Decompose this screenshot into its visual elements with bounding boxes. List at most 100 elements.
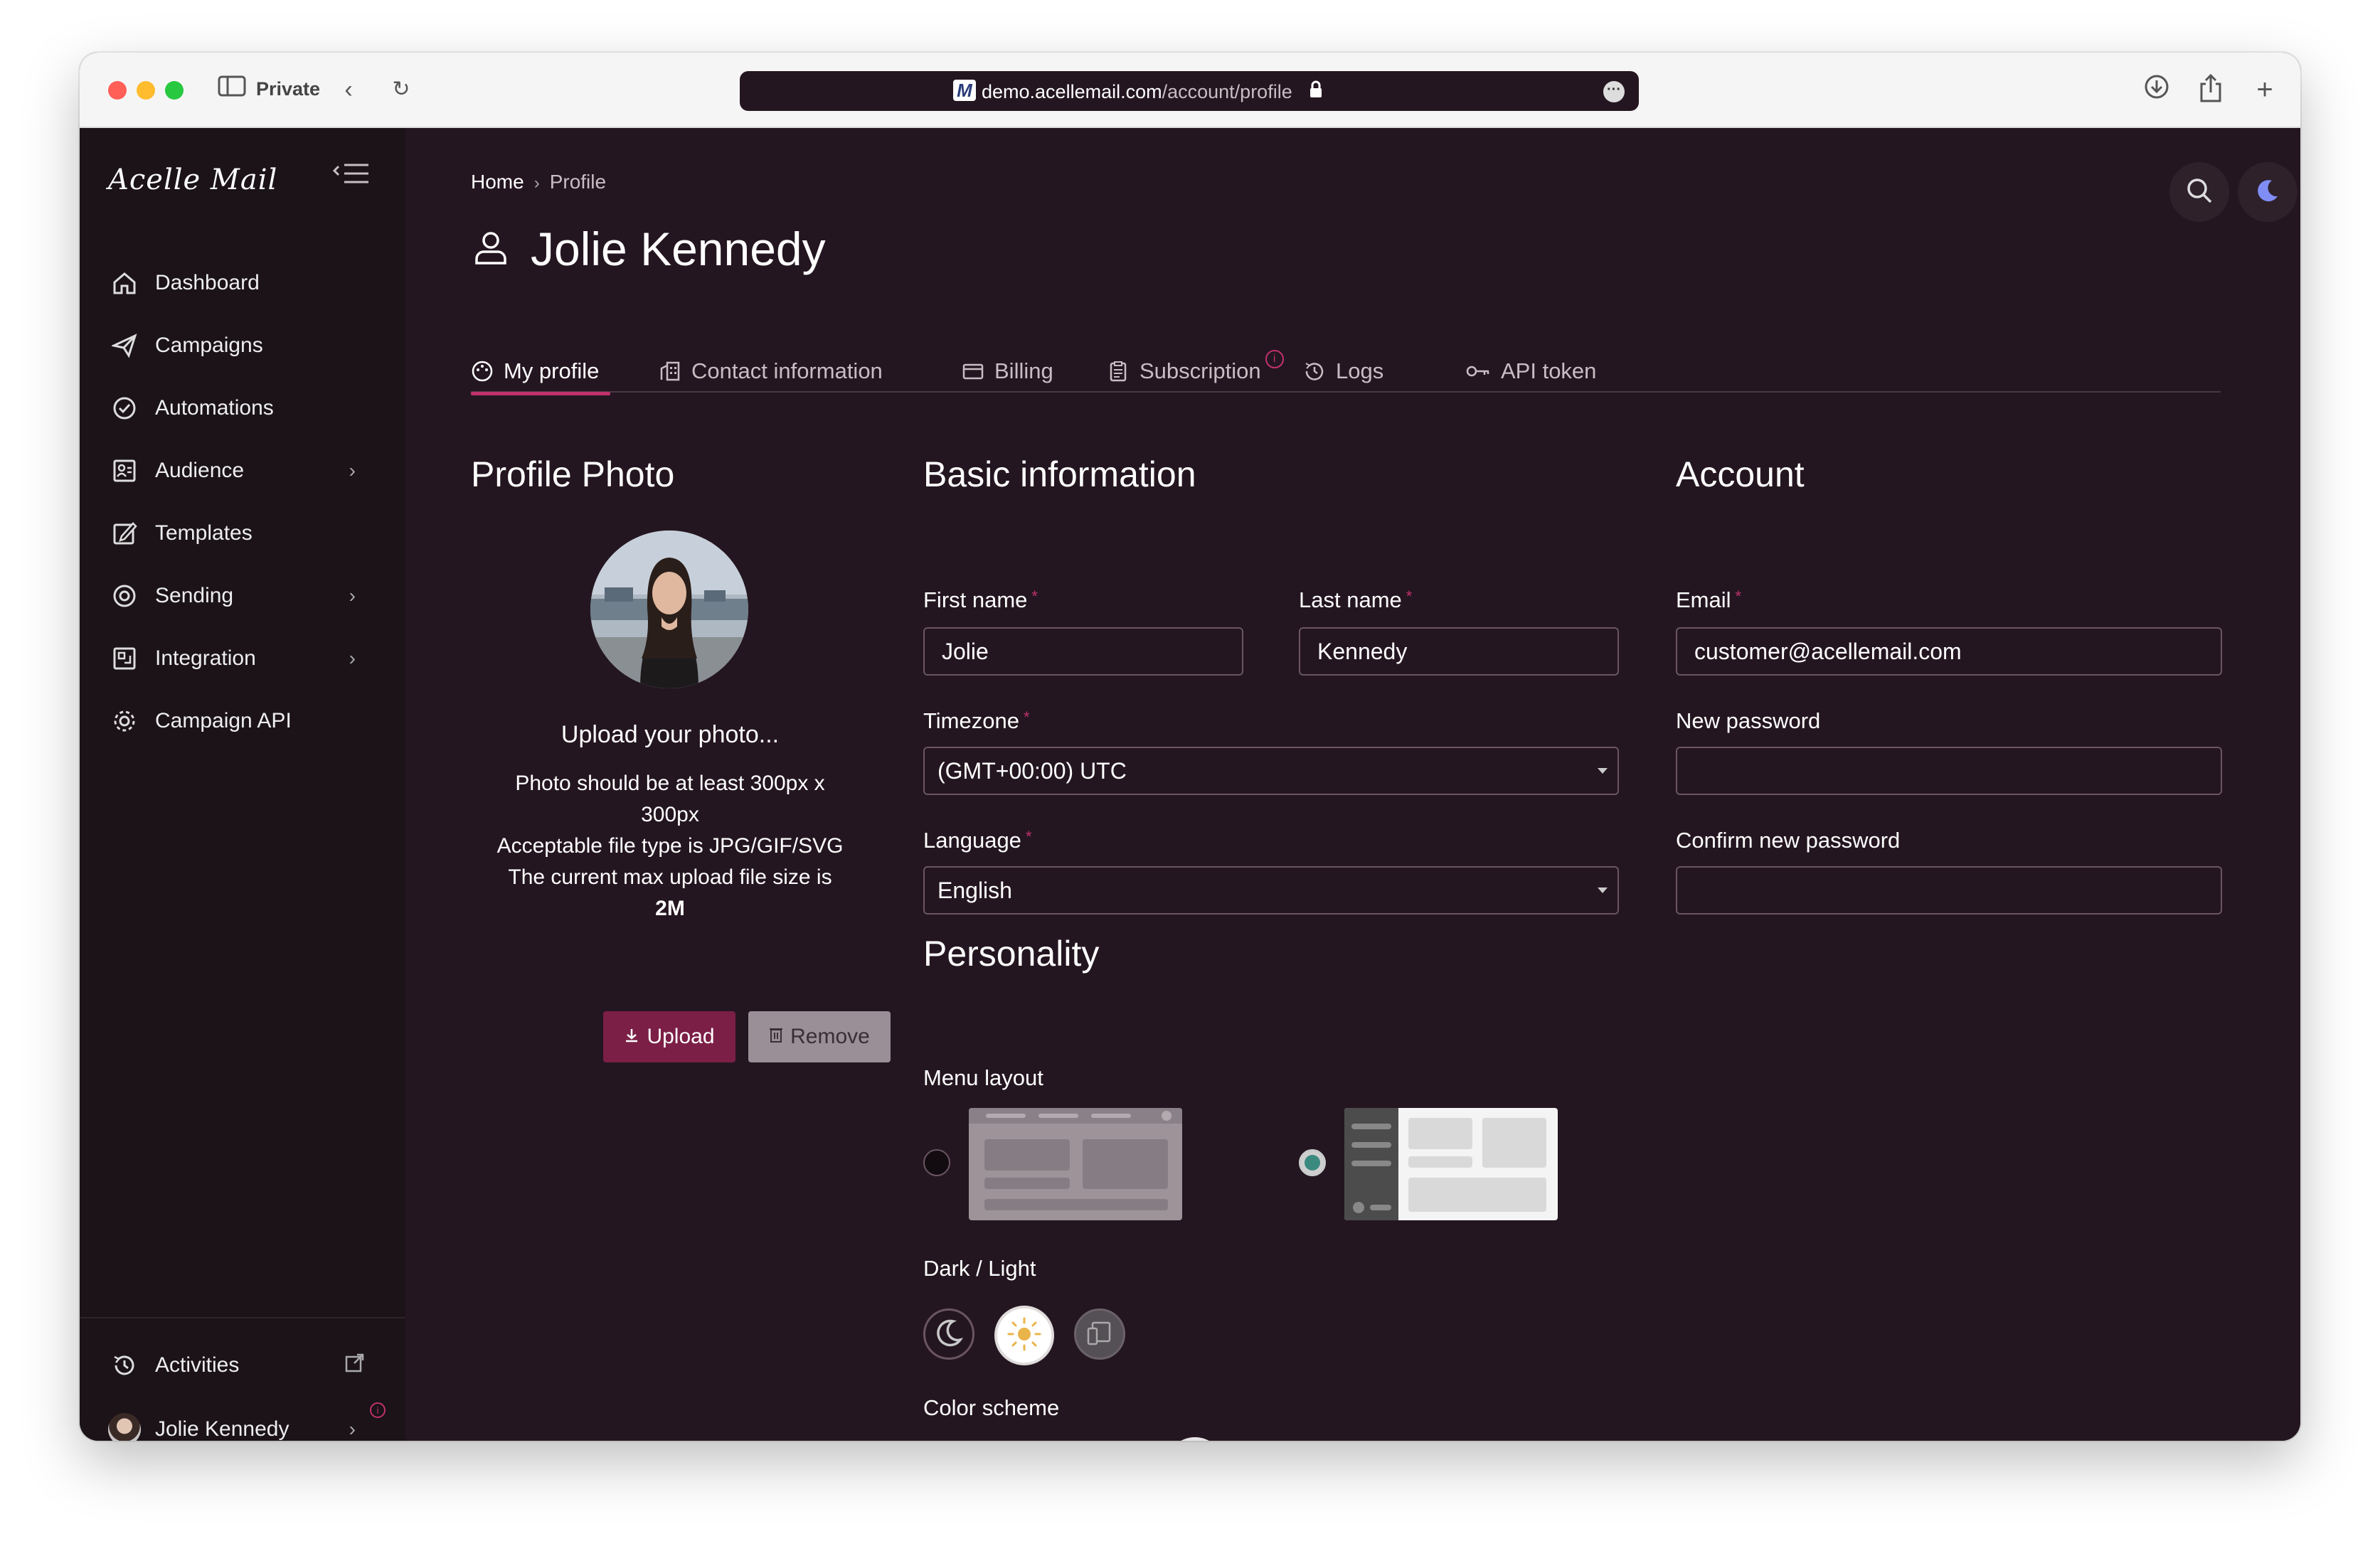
profile-photo[interactable] (590, 531, 748, 688)
profile-photo-title: Profile Photo (471, 454, 675, 494)
tab-my-profile[interactable]: My profile (471, 350, 610, 395)
sidebar-item-activities[interactable]: Activities (108, 1345, 386, 1385)
avatar (108, 1413, 141, 1441)
moon-icon (2253, 176, 2282, 208)
reload-icon[interactable]: ↻ (386, 74, 417, 105)
maximize-window-button[interactable] (165, 81, 184, 100)
chevron-right-icon: › (349, 647, 356, 669)
remove-button[interactable]: Remove (748, 1011, 891, 1062)
chevron-right-icon: › (349, 459, 356, 481)
building-icon (659, 360, 681, 383)
tab-subscription[interactable]: Subscription i (1107, 350, 1284, 393)
credit-card-icon (962, 360, 984, 383)
breadcrumb-current: Profile (549, 171, 607, 193)
alert-icon: i (370, 1402, 386, 1418)
share-icon[interactable] (2195, 73, 2226, 105)
sidebar-item-dashboard[interactable]: Dashboard (108, 263, 386, 303)
menu-layout-top-preview[interactable] (969, 1108, 1182, 1220)
breadcrumb: Home › Profile (471, 171, 606, 193)
external-link-icon[interactable] (344, 1353, 364, 1378)
url-text: demo.acellemail.com/account/profile (982, 81, 1292, 103)
new-password-input[interactable] (1676, 747, 2222, 795)
minimize-window-button[interactable] (137, 81, 155, 100)
profile-tabs: My profile Contact information Billing S… (471, 350, 2221, 395)
tab-logs[interactable]: Logs (1303, 350, 1383, 393)
email-input[interactable]: customer@acellemail.com (1676, 627, 2222, 676)
active-tab-indicator (471, 392, 610, 395)
timezone-select[interactable]: (GMT+00:00) UTC (923, 747, 1619, 795)
breadcrumb-separator: › (533, 174, 540, 193)
sidebar-item-integration[interactable]: Integration › (108, 639, 386, 678)
tab-contact-information[interactable]: Contact information (659, 350, 883, 393)
page-header: Jolie Kennedy (471, 222, 826, 276)
required-marker: * (1735, 587, 1742, 605)
new-tab-icon[interactable]: + (2249, 74, 2280, 105)
sidebar: Acelle Mail Dashboard Campaigns Automati… (80, 128, 405, 1441)
auto-mode-button[interactable] (1074, 1308, 1125, 1360)
tab-billing[interactable]: Billing (962, 350, 1053, 393)
confirm-password-label: Confirm new password (1676, 828, 1901, 853)
address-bar[interactable]: M demo.acellemail.com/account/profile ··… (740, 71, 1639, 111)
label-text: Timezone (923, 708, 1019, 733)
sidebar-item-label: Sending (155, 584, 234, 607)
search-button[interactable] (2169, 162, 2229, 222)
sidebar-item-campaign-api[interactable]: Campaign API (108, 701, 386, 741)
hint-line: 300px (641, 803, 699, 826)
sidebar-item-audience[interactable]: Audience › (108, 451, 386, 491)
chevron-right-icon: › (349, 1418, 356, 1440)
sidebar-item-label: Activities (155, 1353, 240, 1377)
last-name-input[interactable]: Kennedy (1299, 627, 1619, 676)
collapse-sidebar-icon[interactable] (331, 161, 374, 192)
sidebar-item-campaigns[interactable]: Campaigns (108, 326, 386, 366)
download-icon[interactable] (2141, 74, 2172, 105)
device-icon (1085, 1318, 1114, 1350)
dark-mode-button[interactable] (923, 1308, 974, 1360)
sidebar-toggle-icon[interactable] (216, 74, 248, 105)
site-favicon: M (953, 80, 976, 101)
tab-label: API token (1501, 358, 1597, 383)
app-logo[interactable]: Acelle Mail (108, 164, 277, 196)
sidebar-item-sending[interactable]: Sending › (108, 576, 386, 616)
menu-layout-left-preview[interactable] (1344, 1108, 1558, 1220)
hint-line: Acceptable file type is JPG/GIF/SVG (496, 834, 844, 858)
label-text: First name (923, 587, 1028, 612)
upload-prompt: Upload your photo... (561, 721, 780, 748)
sidebar-item-label: Campaigns (155, 334, 263, 357)
sidebar-item-templates[interactable]: Templates (108, 513, 386, 553)
language-select[interactable]: English (923, 866, 1619, 915)
trash-icon (769, 1025, 783, 1049)
remove-label: Remove (790, 1025, 870, 1048)
confirm-password-input[interactable] (1676, 866, 2222, 915)
light-mode-button[interactable] (994, 1306, 1054, 1365)
email-label: Email * (1676, 587, 1741, 613)
history-icon (1303, 360, 1326, 383)
more-options-icon[interactable]: ··· (1603, 81, 1625, 102)
main-content: Home › Profile Jolie Kennedy My profile Co… (405, 128, 2300, 1441)
sidebar-user-name: Jolie Kennedy (155, 1417, 289, 1441)
upload-button[interactable]: Upload (603, 1011, 735, 1062)
basic-information-title: Basic information (923, 454, 1196, 494)
menu-layout-top-radio[interactable] (923, 1149, 950, 1176)
tab-label: Billing (994, 358, 1053, 383)
first-name-label: First name * (923, 587, 1038, 613)
menu-layout-left-radio[interactable] (1299, 1149, 1326, 1176)
breadcrumb-home[interactable]: Home (471, 171, 524, 193)
browser-toolbar: Private ‹ ↻ M demo.acellemail.com/accoun… (80, 53, 2300, 128)
moon-icon (933, 1317, 965, 1352)
last-name-label: Last name * (1299, 587, 1412, 613)
sun-icon (1006, 1316, 1043, 1356)
color-scheme-magenta[interactable] (1165, 1437, 1225, 1441)
close-window-button[interactable] (108, 81, 127, 100)
first-name-input[interactable]: Jolie (923, 627, 1243, 676)
theme-toggle-button[interactable] (2238, 162, 2297, 222)
tab-label: Subscription (1139, 358, 1261, 383)
back-icon[interactable]: ‹ (333, 74, 364, 105)
required-marker: * (1023, 708, 1030, 726)
alert-icon: i (1265, 350, 1284, 368)
tab-api-token[interactable]: API token (1465, 350, 1596, 393)
dark-light-label: Dark / Light (923, 1256, 1036, 1281)
sidebar-item-automations[interactable]: Automations (108, 388, 386, 428)
sidebar-user-menu[interactable]: Jolie Kennedy › i (108, 1402, 386, 1441)
download-icon (624, 1025, 639, 1049)
account-title: Account (1676, 454, 1805, 494)
